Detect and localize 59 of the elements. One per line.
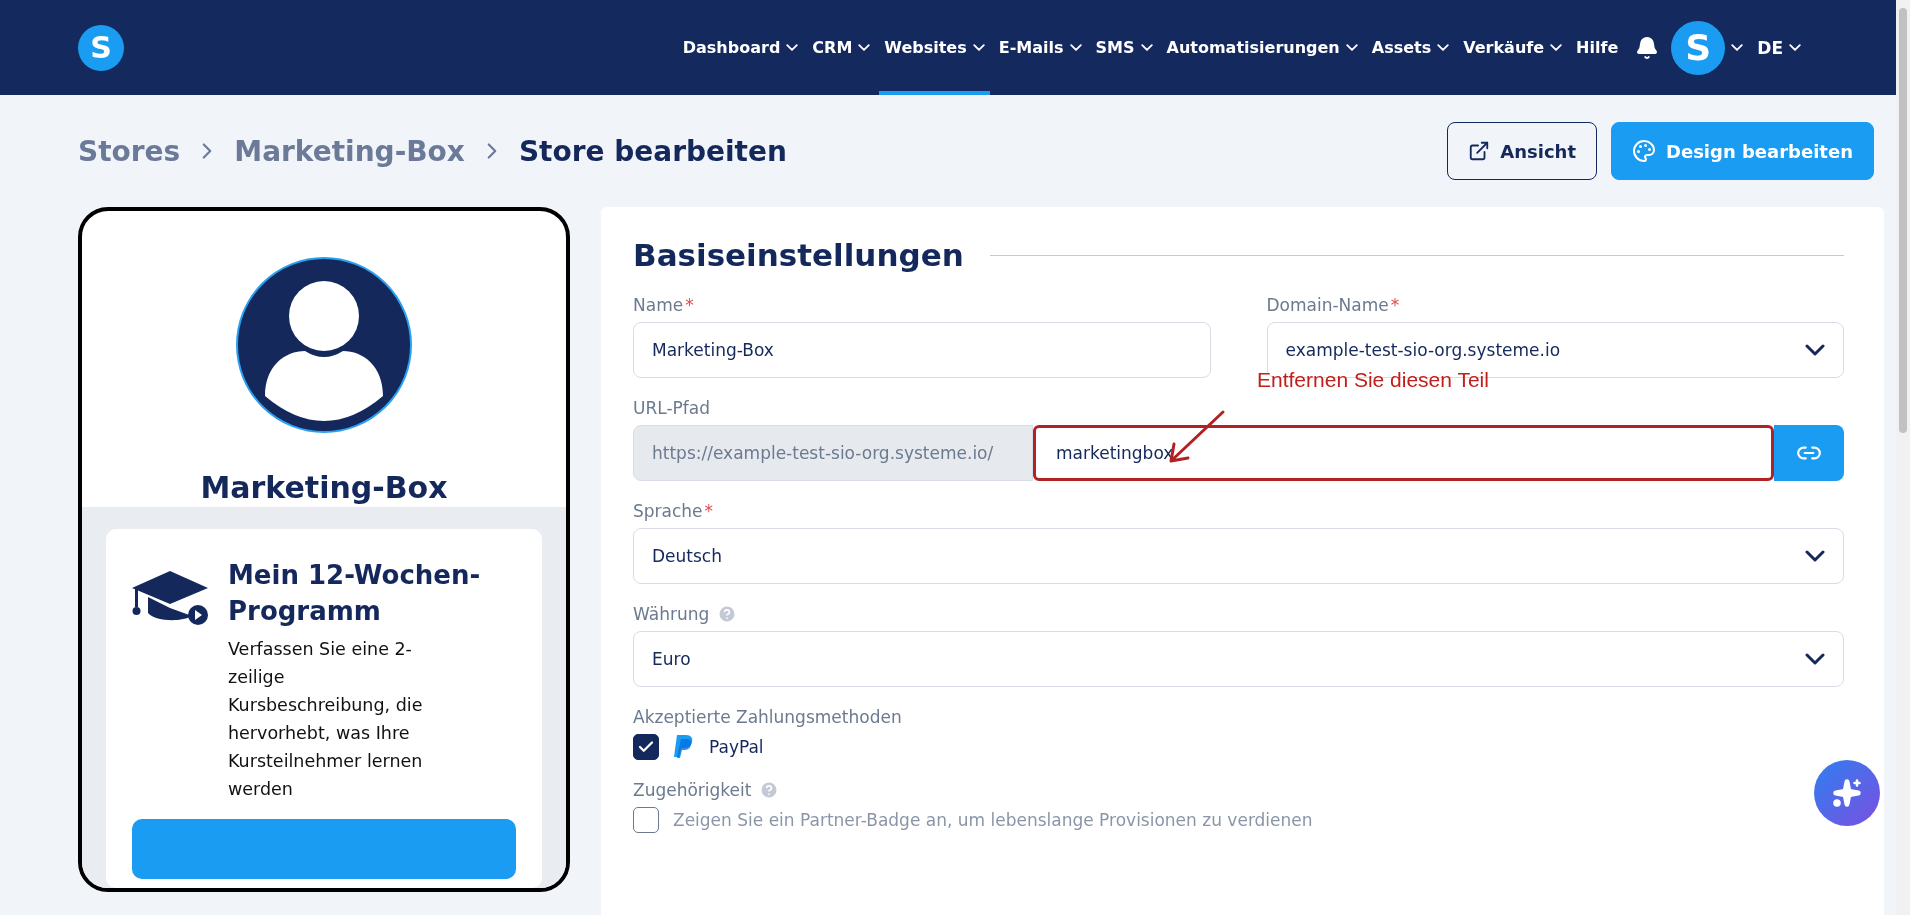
breadcrumb-item[interactable]: Marketing-Box [234, 134, 465, 168]
nav-item[interactable]: Verkäufe [1458, 0, 1568, 95]
nav-item[interactable]: Dashboard [677, 0, 804, 95]
breadcrumb-item[interactable]: Stores [78, 134, 181, 168]
bell-icon[interactable] [1635, 35, 1660, 60]
chevron-down-icon[interactable] [1731, 43, 1744, 52]
language-selector[interactable]: DE [1757, 37, 1783, 58]
checkbox[interactable] [633, 734, 659, 760]
required-asterisk: * [685, 295, 694, 315]
chevron-down-icon [1805, 653, 1825, 665]
field-label: Name [633, 295, 684, 315]
chevron-down-icon [1140, 43, 1153, 52]
palette-icon [1632, 139, 1656, 163]
field-label: URL-Pfad [633, 398, 710, 418]
course-description: Verfassen Sie eine 2-zeilige Kursbeschreibung, die hervorhebt, was Ihre Kursteilnehmer lernen werden [228, 638, 424, 801]
nav-item[interactable]: Websites [879, 0, 990, 95]
chevron-down-icon [1805, 344, 1825, 356]
breadcrumb-item[interactable]: Store bearbeiten [518, 134, 787, 168]
nav-item[interactable]: Hilfe [1571, 0, 1624, 95]
nav-item[interactable]: Assets [1366, 0, 1455, 95]
field-label: Sprache [633, 501, 703, 521]
currency-select[interactable]: Euro [633, 631, 1844, 687]
field-label: Domain-Name [1266, 295, 1389, 315]
paypal-icon [673, 734, 695, 760]
url-prefix: https://example-test-sio-org.systeme.io/ [633, 425, 1033, 481]
option-label: PayPal [709, 737, 764, 757]
url-path-input[interactable]: marketingbox [1033, 425, 1774, 481]
field-label: Akzeptierte Zahlungsmethoden [633, 707, 902, 727]
link-button[interactable] [1774, 425, 1844, 481]
chevron-down-icon [1345, 43, 1358, 52]
graduation-cap-icon [132, 571, 208, 627]
field-label: Zugehörigkeit [633, 780, 752, 800]
store-name: Marketing-Box [200, 470, 448, 505]
required-asterisk: * [704, 501, 714, 521]
chevron-down-icon [858, 43, 871, 52]
checkbox[interactable] [633, 807, 659, 833]
field-label: Währung [633, 604, 710, 624]
required-asterisk: * [1390, 295, 1400, 315]
avatar-icon [235, 256, 413, 434]
external-link-icon [1468, 140, 1491, 162]
chevron-down-icon [1805, 550, 1825, 562]
chevron-down-icon[interactable] [1789, 43, 1801, 52]
nav-item[interactable]: E-Mails [993, 0, 1087, 95]
chevron-down-icon [1437, 43, 1450, 52]
chevron-down-icon [972, 43, 985, 52]
course-title: Mein 12-Wochen-Programm [228, 559, 482, 628]
name-input[interactable]: Marketing-Box [633, 322, 1211, 378]
language-select[interactable]: Deutsch [633, 528, 1844, 584]
nav-item[interactable]: CRM [807, 0, 876, 95]
nav-item[interactable]: SMS [1090, 0, 1158, 95]
option-label: Zeigen Sie ein Partner-Badge an, um lebenslange Provisionen zu verdienen [673, 810, 1313, 830]
chevron-down-icon [1550, 43, 1563, 52]
chevron-down-icon [1069, 43, 1082, 52]
chevron-down-icon [786, 43, 799, 52]
scrollbar[interactable] [1896, 0, 1910, 915]
sparkles-icon [1832, 778, 1862, 808]
section-title: Basiseinstellungen [633, 237, 964, 273]
nav-item[interactable]: Automatisierungen [1161, 0, 1363, 95]
view-button[interactable]: Ansicht [1447, 122, 1597, 180]
